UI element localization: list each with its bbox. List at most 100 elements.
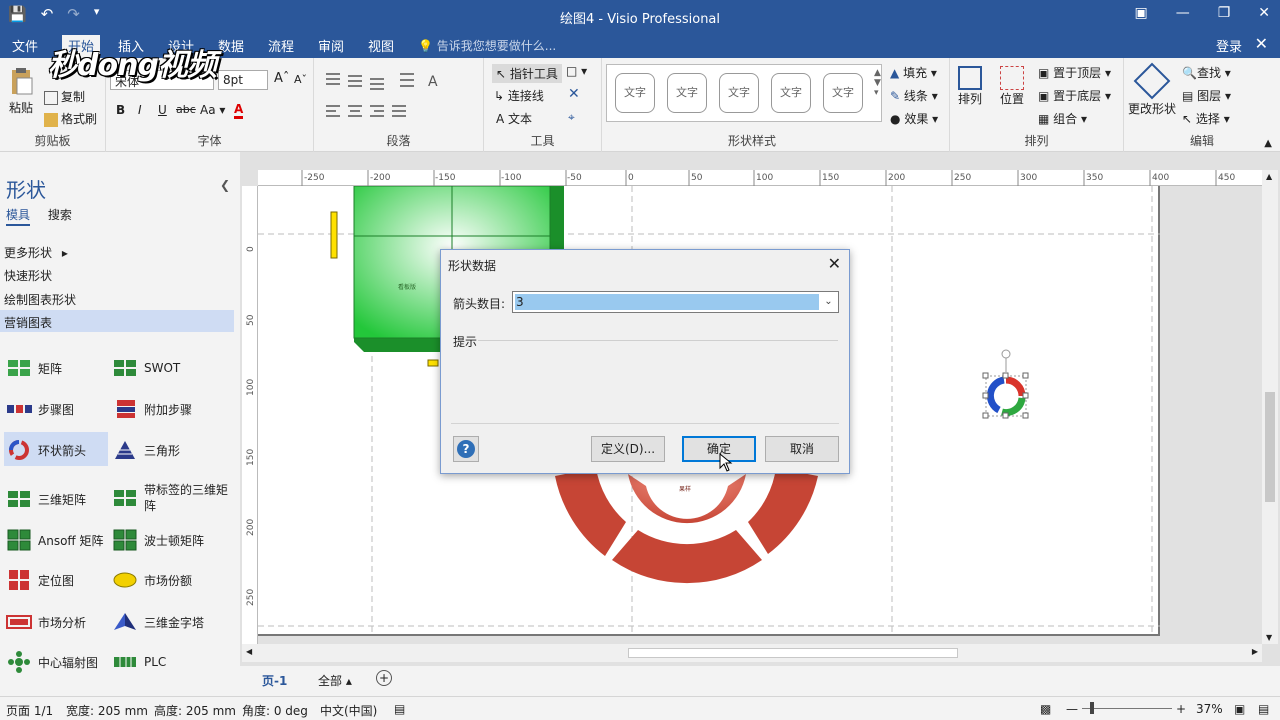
tell-me-box[interactable]: 💡 告诉我您想要做什么... [418,37,556,54]
tab-file[interactable]: 文件 [12,36,38,55]
shape-style-3[interactable]: 文字 [719,73,759,113]
zoom-level[interactable]: 37% [1196,702,1223,716]
close-window-icon[interactable]: ✕ [1258,5,1270,21]
tab-data[interactable]: 数据 [218,36,244,55]
cancel-button[interactable]: 取消 [765,436,839,462]
stencil-item[interactable]: 环状箭头 [6,440,86,460]
stencil-item[interactable]: 市场份额 [112,570,192,590]
zoom-out-icon[interactable]: — [1066,702,1078,716]
all-pages-tab[interactable]: 全部 ▴ [318,672,352,689]
more-shapes-link[interactable]: 更多形状 ▸ [4,244,68,261]
stencil-item[interactable]: 中心辐射图 [6,651,98,673]
close-doc-icon[interactable]: ✕ [1255,34,1268,53]
tab-search[interactable]: 搜索 [48,208,72,222]
zoom-in-icon[interactable]: + [1176,702,1186,716]
stencil-item[interactable]: 带标签的三维矩阵 [112,482,232,514]
collapse-panel-icon[interactable]: ❮ [220,178,230,192]
define-button[interactable]: 定义(D)... [591,436,665,462]
font-color-icon[interactable]: A [234,102,244,119]
stencil-item[interactable]: 矩阵 [6,358,62,378]
text-tool-button[interactable]: A 文本 [496,110,532,127]
restore-icon[interactable]: ❐ [1218,5,1231,21]
paragraph-align-icons[interactable]: A [322,70,482,130]
tab-process[interactable]: 流程 [268,36,294,55]
zoom-slider-thumb[interactable] [1090,702,1094,714]
change-case-icon[interactable]: Aa ▾ [200,103,225,117]
stencil-item[interactable]: 市场分析 [6,612,86,632]
tab-review[interactable]: 审阅 [318,36,344,55]
macro-record-icon[interactable]: ▤ [394,702,405,716]
group-button[interactable]: ▦ 组合 ▾ [1038,110,1087,127]
yellow-handle[interactable] [427,359,439,367]
change-shape-button[interactable]: 更改形状 [1128,62,1176,117]
add-page-icon[interactable]: + [376,670,392,686]
vertical-scrollbar[interactable]: ▲ ▼ [1262,170,1278,644]
send-back-button[interactable]: ▣ 置于底层 ▾ [1038,87,1111,104]
stencil-item[interactable]: 步骤图 [6,399,74,419]
vertical-scroll-thumb[interactable] [1265,392,1275,502]
shape-style-1[interactable]: 文字 [615,73,655,113]
paste-button[interactable]: 粘贴 [8,66,34,116]
selected-circular-arrow-shape[interactable] [982,349,1029,419]
format-painter-button[interactable]: 格式刷 [44,110,97,127]
connection-point-icon[interactable]: ✕ [568,86,580,102]
stencil-item[interactable]: Ansoff 矩阵 [6,529,104,551]
shrink-font-icon[interactable]: Aˇ [294,73,307,86]
horizontal-scrollbar[interactable]: ◀ ▶ [242,644,1262,662]
page-tab[interactable]: 页-1 [262,672,287,689]
fill-button[interactable]: ▲ 填充 ▾ [890,64,937,81]
connector-button[interactable]: ↳ 连接线 [494,87,544,104]
help-button[interactable]: ? [453,436,479,462]
arrange-button[interactable]: 排列 [958,66,982,107]
quick-shapes-link[interactable]: 快速形状 [4,267,52,284]
position-button[interactable]: 位置 [1000,66,1024,107]
shape-style-2[interactable]: 文字 [667,73,707,113]
stencil-item[interactable]: 三维矩阵 [6,489,86,509]
layers-button[interactable]: ▤ 图层 ▾ [1182,87,1231,104]
strikethrough-icon[interactable]: abc [176,103,196,116]
stencil-item[interactable]: 附加步骤 [112,399,192,419]
status-language[interactable]: 中文(中国) [320,702,377,719]
stencil-item[interactable]: 三维金字塔 [112,612,204,632]
grow-font-icon[interactable]: Aˆ [274,71,289,86]
presentation-mode-icon[interactable]: ▩ [1040,702,1051,716]
chart-shapes-link[interactable]: 绘制图表形状 [4,291,76,308]
collapse-ribbon-icon[interactable]: ▲ [1264,138,1272,149]
underline-icon[interactable]: U [158,103,167,117]
scroll-down-icon[interactable]: ▼ [1266,633,1272,642]
tab-stencils[interactable]: 模具 [6,208,31,226]
shape-style-4[interactable]: 文字 [771,73,811,113]
italic-icon[interactable]: I [138,103,142,117]
gallery-scroll-icon[interactable]: ▲ ▼ ▾ [874,68,881,98]
bold-icon[interactable]: B [116,103,125,117]
copy-button[interactable]: 复制 [44,88,85,105]
marketing-charts-link[interactable]: 营销图表 [4,314,52,331]
scroll-up-icon[interactable]: ▲ [1266,172,1272,181]
tab-view[interactable]: 视图 [368,36,394,55]
login-link[interactable]: 登录 [1216,36,1242,55]
status-page[interactable]: 页面 1/1 [6,702,53,719]
zoom-slider[interactable] [1082,708,1172,709]
line-button[interactable]: ✎ 线条 ▾ [890,87,938,104]
minimize-icon[interactable]: — [1176,5,1190,21]
stencil-item[interactable]: PLC [112,652,166,672]
red-circular-arrows-shape[interactable]: 果样 [555,468,818,584]
yellow-text-marker[interactable] [330,211,338,259]
stencil-item[interactable]: SWOT [112,358,180,378]
scroll-left-icon[interactable]: ◀ [246,647,252,656]
bring-front-button[interactable]: ▣ 置于顶层 ▾ [1038,64,1111,81]
select-button[interactable]: ↖ 选择 ▾ [1182,110,1230,127]
chevron-down-icon[interactable]: ⌄ [821,294,836,310]
crop-tool-icon[interactable]: ⌖ [568,110,575,125]
pointer-tool-button[interactable]: ↖ 指针工具 [492,64,562,83]
switch-window-icon[interactable]: ▤ [1258,702,1269,716]
find-button[interactable]: 🔍查找 ▾ [1182,64,1231,81]
shape-style-5[interactable]: 文字 [823,73,863,113]
arrow-count-select[interactable]: 3 ⌄ [512,291,839,313]
scroll-right-icon[interactable]: ▶ [1252,647,1258,656]
fit-page-icon[interactable]: ▣ [1234,702,1245,716]
effect-button[interactable]: ● 效果 ▾ [890,110,938,127]
stencil-item[interactable]: 定位图 [6,570,74,590]
stencil-item[interactable]: 波士顿矩阵 [112,529,204,551]
horizontal-scroll-thumb[interactable] [628,648,958,658]
